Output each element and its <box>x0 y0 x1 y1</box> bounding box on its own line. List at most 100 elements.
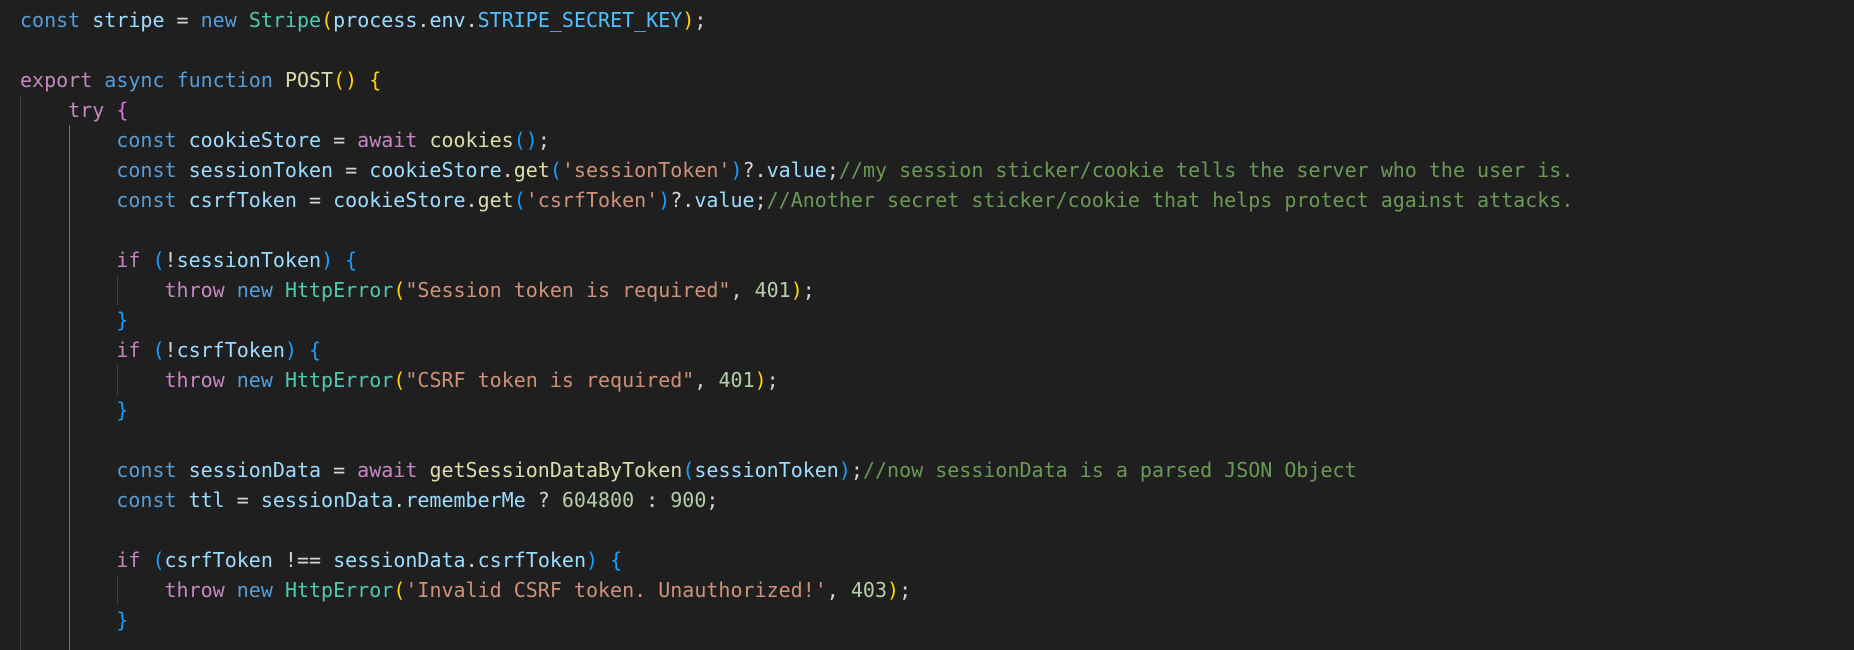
punctuation-token <box>20 368 165 392</box>
code-line[interactable] <box>20 215 1573 245</box>
code-line[interactable]: } <box>20 605 1573 635</box>
code-line[interactable]: export async function POST() { <box>20 65 1573 95</box>
variable-token: stripe <box>92 8 165 32</box>
variable-token: value <box>694 188 755 212</box>
string-token: "Session token is required" <box>405 278 731 302</box>
punctuation-token: ; <box>899 578 912 602</box>
punctuation-token <box>297 338 309 362</box>
bracket-token: } <box>116 308 129 332</box>
variable-token: sessionData <box>333 548 466 572</box>
code-line[interactable]: throw new HttpError("CSRF token is requi… <box>20 365 1573 395</box>
code-editor[interactable]: const stripe = new Stripe(process.env.ST… <box>0 0 1854 650</box>
code-line[interactable]: const sessionToken = cookieStore.get('se… <box>20 155 1573 185</box>
code-line[interactable]: const cookieStore = await cookies(); <box>20 125 1573 155</box>
string-token: 'Invalid CSRF token. Unauthorized!' <box>405 578 827 602</box>
bracket-token: ) <box>658 188 671 212</box>
string-token: 'sessionToken' <box>561 158 731 182</box>
control-keyword-token: await <box>357 458 418 482</box>
variable-token: sessionData <box>188 458 322 482</box>
punctuation-token <box>177 158 189 182</box>
bracket-token: ( <box>321 8 334 32</box>
variable-token: ttl <box>188 488 225 512</box>
punctuation-token <box>237 8 249 32</box>
code-line[interactable]: const ttl = sessionData.rememberMe ? 604… <box>20 485 1573 515</box>
variable-token: csrfToken <box>477 548 586 572</box>
code-line[interactable]: const csrfToken = cookieStore.get('csrfT… <box>20 185 1573 215</box>
punctuation-token <box>20 248 116 272</box>
punctuation-token <box>20 458 116 482</box>
punctuation-token: . <box>417 8 430 32</box>
punctuation-token <box>177 488 189 512</box>
punctuation-token <box>140 248 152 272</box>
code-lines[interactable]: const stripe = new Stripe(process.env.ST… <box>20 5 1573 635</box>
code-line[interactable]: if (csrfToken !== sessionData.csrfToken)… <box>20 545 1573 575</box>
punctuation-token: . <box>465 188 478 212</box>
punctuation-token: , <box>826 578 851 602</box>
variable-token: csrfToken <box>176 338 285 362</box>
punctuation-token: . <box>501 158 514 182</box>
number-token: 403 <box>850 578 888 602</box>
variable-token: cookieStore <box>188 128 322 152</box>
variable-token: env <box>429 8 466 32</box>
code-line[interactable]: } <box>20 305 1573 335</box>
punctuation-token <box>20 578 165 602</box>
punctuation-token: ; <box>694 8 707 32</box>
punctuation-token: ; <box>850 458 863 482</box>
keyword-token: new <box>236 368 273 392</box>
bracket-token: ) <box>838 458 851 482</box>
punctuation-token: . <box>465 548 478 572</box>
punctuation-token: ! <box>164 248 177 272</box>
punctuation-token: ? <box>525 488 562 512</box>
keyword-token: const <box>116 488 177 512</box>
punctuation-token <box>417 458 429 482</box>
function-token: POST <box>284 68 334 92</box>
comment-token: //now sessionData is a parsed JSON Objec… <box>862 458 1357 482</box>
punctuation-token <box>20 188 116 212</box>
punctuation-token <box>92 68 104 92</box>
punctuation-token: ?. <box>670 188 695 212</box>
punctuation-token <box>177 458 189 482</box>
number-token: 604800 <box>561 488 635 512</box>
punctuation-token: : <box>634 488 671 512</box>
class-token: HttpError <box>284 368 394 392</box>
variable-token: sessionData <box>260 488 394 512</box>
code-line[interactable]: throw new HttpError("Session token is re… <box>20 275 1573 305</box>
code-line[interactable]: const stripe = new Stripe(process.env.ST… <box>20 5 1573 35</box>
bracket-token: ( <box>152 338 165 362</box>
punctuation-token <box>417 128 429 152</box>
variable-token: cookieStore <box>333 188 466 212</box>
code-line[interactable]: throw new HttpError('Invalid CSRF token.… <box>20 575 1573 605</box>
punctuation-token: , <box>730 278 755 302</box>
punctuation-token <box>140 338 152 362</box>
code-line[interactable]: if (!csrfToken) { <box>20 335 1573 365</box>
number-token: 401 <box>718 368 755 392</box>
control-keyword-token: export <box>20 68 93 92</box>
code-line[interactable] <box>20 35 1573 65</box>
code-line[interactable]: } <box>20 395 1573 425</box>
class-token: HttpError <box>284 278 394 302</box>
bracket-token: { <box>610 548 623 572</box>
bracket-token: ( <box>152 548 165 572</box>
bracket-token: ) <box>284 338 297 362</box>
keyword-token: const <box>20 8 81 32</box>
code-line[interactable]: if (!sessionToken) { <box>20 245 1573 275</box>
bracket-token: { <box>116 98 129 122</box>
code-line[interactable] <box>20 515 1573 545</box>
control-keyword-token: if <box>116 548 141 572</box>
bracket-token: { <box>309 338 322 362</box>
control-keyword-token: try <box>68 98 105 122</box>
keyword-token: const <box>116 458 177 482</box>
punctuation-token: ! <box>164 338 177 362</box>
bracket-token: ) <box>887 578 900 602</box>
punctuation-token <box>225 578 237 602</box>
punctuation-token <box>20 158 116 182</box>
code-line[interactable]: const sessionData = await getSessionData… <box>20 455 1573 485</box>
comment-token: //Another secret sticker/cookie that hel… <box>766 188 1574 212</box>
bracket-token: ) <box>730 158 743 182</box>
punctuation-token <box>177 188 189 212</box>
code-line[interactable] <box>20 425 1573 455</box>
function-token: get <box>477 188 514 212</box>
function-token: cookies <box>429 128 514 152</box>
punctuation-token <box>140 548 152 572</box>
code-line[interactable]: try { <box>20 95 1573 125</box>
